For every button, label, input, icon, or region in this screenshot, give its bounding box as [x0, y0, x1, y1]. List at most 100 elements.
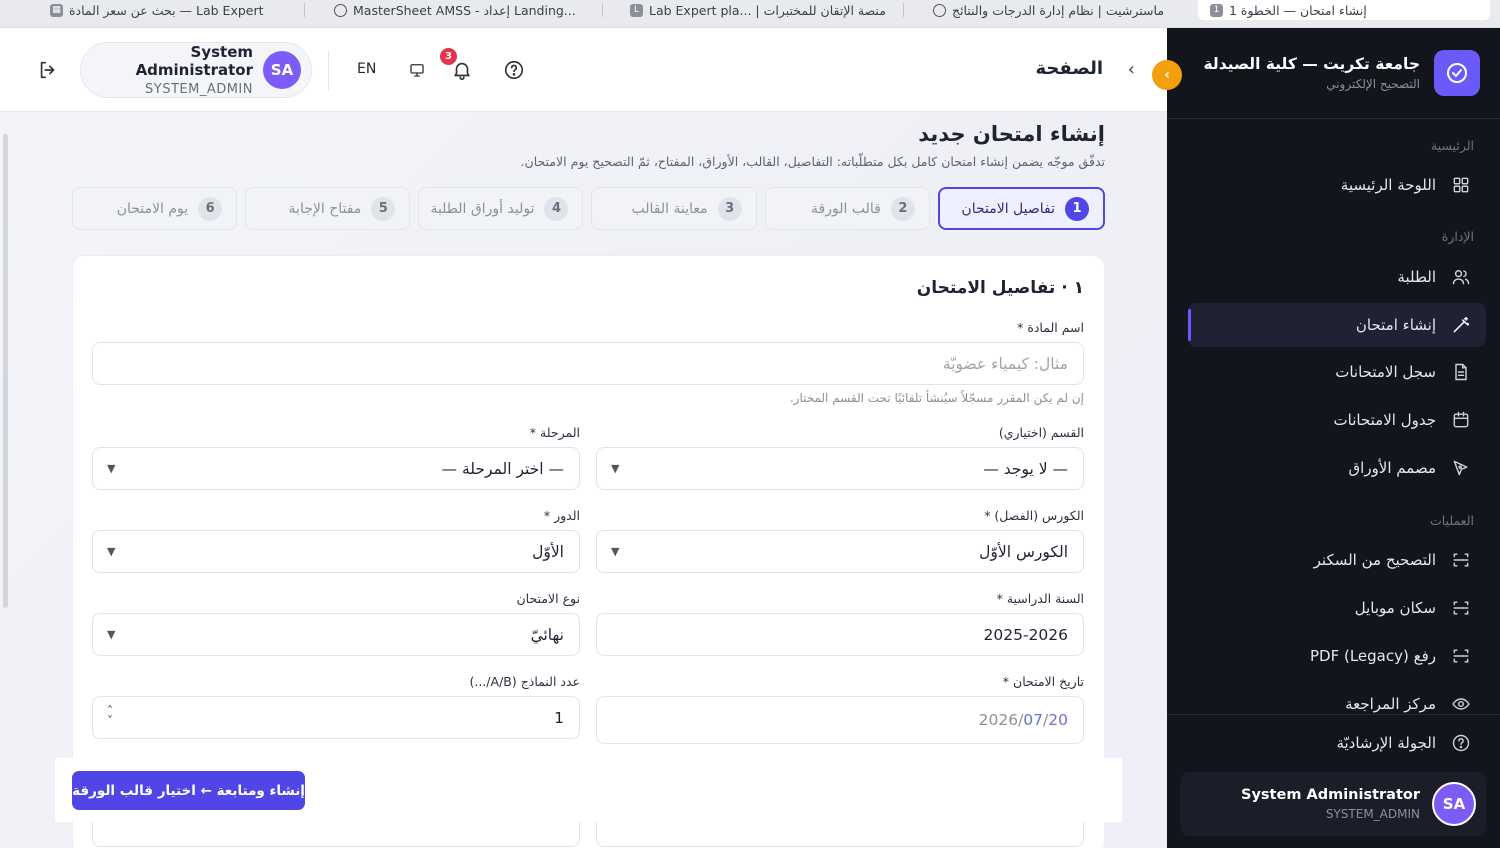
sidebar-item-exam-schedule[interactable]: جدول الامتحانات [1188, 398, 1486, 442]
step-5[interactable]: 5 مفتاح الإجابة [245, 187, 411, 230]
step-number: 5 [371, 196, 396, 221]
user-role: SYSTEM_ADMIN [1325, 807, 1420, 821]
step-label: مفتاح الإجابة [288, 200, 362, 217]
year-input[interactable]: 2025-2026 [596, 613, 1084, 656]
tab-separator [602, 3, 603, 17]
browser-tab[interactable]: L Lab Expert pla... | منصة الإتقان للمخت… [630, 0, 892, 20]
logout-icon[interactable] [36, 58, 60, 82]
scan-icon [1450, 597, 1472, 619]
sidebar-item-scanner-grading[interactable]: التصحيح من السكنر [1188, 538, 1486, 582]
variants-value: 1 [554, 708, 564, 727]
section-label: الإدارة [1441, 229, 1474, 244]
avatar: SA [263, 51, 301, 89]
avatar: SA [1432, 782, 1476, 826]
step-number: 6 [198, 196, 223, 221]
step-number: 4 [544, 196, 569, 221]
department-label: القسم (اختياري) [998, 425, 1084, 440]
sidebar-user-card[interactable]: SA System Administrator SYSTEM_ADMIN [1180, 772, 1486, 836]
round-select[interactable]: الأوّل ▼ [92, 530, 580, 573]
exam-type-label: نوع الامتحان [516, 591, 581, 606]
sidebar-item-mobile-scan[interactable]: سكان موبايل [1188, 586, 1486, 630]
step-number: 3 [717, 196, 742, 221]
notification-badge: 3 [440, 48, 457, 65]
favicon-icon: ▦ [50, 3, 63, 17]
sidebar: › جامعة تكريت — كلية الصيدلة التصحيح الإ… [1152, 28, 1500, 848]
brand-subtitle: التصحيح الإلكتروني [1326, 77, 1420, 91]
browser-tab[interactable]: ▦ بحث عن سعر المادة — Lab Expert [50, 0, 290, 20]
favicon-icon: 1 [1210, 3, 1223, 17]
step-number: 2 [890, 196, 915, 221]
department-select[interactable]: — لا يوجد — ▼ [596, 447, 1084, 490]
topbar-divider [328, 50, 329, 90]
variants-stepper[interactable]: 1 ˄ ˅ [92, 696, 580, 739]
chevron-down-icon: ▼ [107, 628, 116, 641]
stage-select[interactable]: — اختر المرحلة — ▼ [92, 447, 580, 490]
wizard-steps: 1 تفاصيل الامتحان 2 قالب الورقة 3 معاينة… [71, 187, 1105, 230]
favicon-icon [334, 3, 347, 17]
user-menu[interactable]: System Administrator SYSTEM_ADMIN SA [80, 42, 312, 98]
favicon-icon: L [630, 3, 643, 17]
divider [1167, 714, 1500, 715]
step-3[interactable]: 3 معاينة القالب [591, 187, 757, 230]
sidebar-item-label: مركز المراجعة [1345, 695, 1436, 713]
sidebar-item-exam-log[interactable]: سجل الامتحانات [1188, 350, 1486, 394]
subject-input[interactable]: مثال: كيمياء عضويّة [92, 342, 1084, 385]
round-label: الدور * [543, 508, 580, 523]
language-toggle[interactable]: EN [357, 61, 376, 77]
sidebar-item-review-center[interactable]: مركز المراجعة [1188, 682, 1486, 726]
chevron-down-icon: ▼ [611, 462, 620, 475]
browser-tab-active[interactable]: 1 إنشاء امتحان — الخطوة 1 [1198, 0, 1490, 20]
sidebar-item-label: التصحيح من السكنر [1313, 551, 1436, 569]
sidebar-item-create-exam[interactable]: إنشاء امتحان [1188, 303, 1486, 347]
date-label: تاريخ الامتحان * [1002, 674, 1084, 689]
chevron-down-icon: ▼ [611, 545, 620, 558]
brand: جامعة تكريت — كلية الصيدلة التصحيح الإلك… [1203, 50, 1480, 96]
course-select[interactable]: الكورس الأوّل ▼ [596, 530, 1084, 573]
date-input[interactable]: 2026/07/20 [596, 696, 1084, 744]
chevron-right-icon[interactable]: › [1152, 60, 1182, 90]
sidebar-item-label: جدول الامتحانات [1333, 411, 1436, 429]
browser-tab-title: إنشاء امتحان — الخطوة 1 [1229, 2, 1367, 18]
browser-tab-title: MasterSheet AMSS - إعداد Landing... [353, 2, 576, 18]
help-icon [1450, 732, 1472, 754]
sidebar-item-guided-tour[interactable]: الجولة الإرشاديّة [1188, 721, 1486, 765]
grid-icon [1450, 174, 1472, 196]
step-1[interactable]: 1 تفاصيل الامتحان [937, 187, 1105, 230]
scan-icon [1450, 549, 1472, 571]
stepper-arrows-icon[interactable]: ˄ ˅ [107, 705, 113, 727]
favicon-icon [933, 3, 946, 17]
chevron-left-icon[interactable]: ‹ [1128, 59, 1135, 80]
sidebar-item-pdf-upload[interactable]: رفع PDF (Legacy) [1188, 634, 1486, 678]
sidebar-item-label: الجولة الإرشاديّة [1336, 734, 1436, 752]
tab-separator [304, 3, 305, 17]
step-6[interactable]: 6 يوم الامتحان [71, 187, 238, 230]
sidebar-item-label: مصمم الأوراق [1348, 459, 1436, 477]
step-2[interactable]: 2 قالب الورقة [764, 187, 930, 230]
sidebar-item-paper-designer[interactable]: مصمم الأوراق [1188, 446, 1486, 490]
browser-tab-title: بحث عن سعر المادة — Lab Expert [69, 2, 264, 18]
date-day: 20 [1048, 711, 1068, 729]
monitor-icon[interactable] [405, 58, 429, 82]
sidebar-item-dashboard[interactable]: اللوحة الرئيسية [1188, 163, 1486, 207]
sidebar-item-students[interactable]: الطلبة [1188, 255, 1486, 299]
course-value: الكورس الأوّل [979, 542, 1068, 561]
main-content: إنشاء امتحان جديد تدفّق موجّه يضمن إنشاء… [0, 112, 1167, 848]
section-title: ١ · تفاصيل الامتحان [916, 278, 1084, 298]
browser-tab[interactable]: ماسترشيت | نظام إدارة الدرجات والنتائج [933, 0, 1165, 20]
step-4[interactable]: 4 توليد أوراق الطلبة [418, 187, 584, 230]
exam-type-select[interactable]: نهائيّ ▼ [92, 613, 580, 656]
step-number: 1 [1065, 196, 1089, 221]
course-label: الكورس (الفصل) * [984, 508, 1084, 523]
create-continue-button[interactable]: إنشاء ومتابعة ← اختيار قالب الورقة [72, 771, 305, 810]
browser-tab[interactable]: MasterSheet AMSS - إعداد Landing... [334, 0, 586, 20]
scrollbar[interactable] [3, 134, 8, 608]
browser-tab-title: Lab Expert pla... | منصة الإتقان للمختبر… [649, 2, 886, 18]
users-icon [1450, 266, 1472, 288]
top-bar: System Administrator SYSTEM_ADMIN SA EN … [0, 28, 1167, 112]
user-role: SYSTEM_ADMIN [145, 82, 253, 97]
tab-separator [903, 3, 904, 17]
section-label: العمليات [1429, 513, 1474, 528]
user-name: System Administrator [1241, 787, 1420, 803]
help-icon[interactable] [502, 58, 526, 82]
calendar-icon [1450, 409, 1472, 431]
